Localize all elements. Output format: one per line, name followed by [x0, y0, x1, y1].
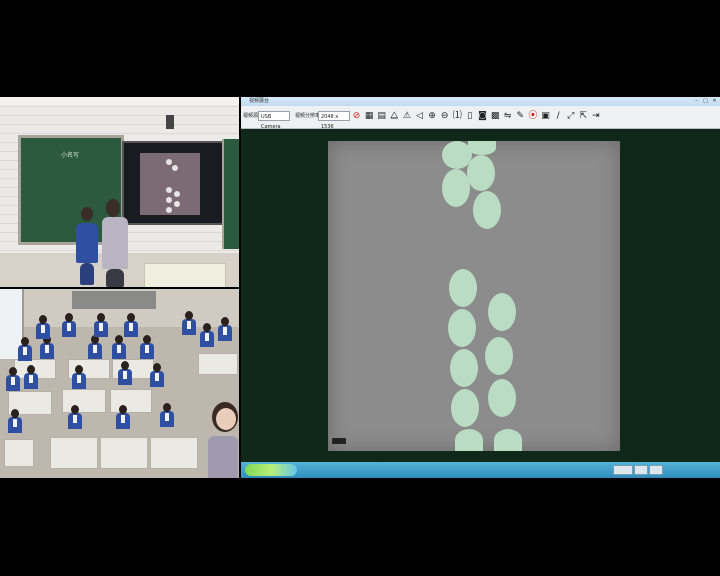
- close-button[interactable]: ✕: [711, 98, 718, 104]
- paper-sheet: [328, 141, 620, 451]
- tray-item[interactable]: [634, 465, 648, 475]
- warning-icon[interactable]: ⚠: [401, 111, 412, 122]
- back-wall-board: [72, 291, 156, 309]
- speaker-icon[interactable]: ◁: [414, 111, 425, 122]
- maximize-button[interactable]: □: [702, 98, 709, 104]
- paper-circle: [455, 429, 483, 451]
- student: [150, 363, 164, 387]
- tray-item[interactable]: [649, 465, 663, 475]
- paper-circle: [451, 389, 479, 427]
- student: [200, 323, 214, 347]
- board-icon[interactable]: ▣: [540, 111, 551, 122]
- camera-viewport: [241, 129, 720, 464]
- pen-tip: [332, 438, 346, 444]
- student: [24, 365, 38, 389]
- ceiling: [0, 97, 239, 105]
- student: [116, 405, 130, 429]
- student: [36, 315, 50, 339]
- paper-circle: [494, 429, 522, 451]
- device-label: 视频源: [243, 113, 259, 119]
- minimize-button[interactable]: –: [693, 98, 700, 104]
- standing-student-head: [81, 207, 93, 221]
- student: [94, 313, 108, 337]
- actual-size-icon[interactable]: ⑴: [452, 111, 463, 122]
- paper-circle: [468, 141, 496, 155]
- student: [140, 335, 154, 359]
- student: [218, 317, 232, 341]
- paper-circle: [467, 155, 495, 191]
- teacher: [102, 217, 128, 269]
- draw-icon[interactable]: ✎: [515, 111, 526, 122]
- paper-circle: [450, 349, 478, 387]
- teacher-foreground: [208, 402, 238, 478]
- batch-icon[interactable]: ▩: [490, 111, 501, 122]
- fullscreen-icon[interactable]: ⤢: [565, 111, 576, 122]
- mirror-icon[interactable]: ⧋: [389, 111, 400, 122]
- exit-icon[interactable]: ⇥: [590, 111, 601, 122]
- desk: [198, 353, 238, 375]
- toolbar: 视频源 USB Camera 视频分辨率 2048 x 1536 ⊘ ▦ ▤ ⧋ ⚠ ◁ ⊕…: [241, 106, 720, 130]
- record-icon[interactable]: ⦿: [527, 111, 538, 122]
- pen-icon[interactable]: ∕: [553, 111, 564, 122]
- podium: [144, 263, 226, 287]
- export-icon[interactable]: ⇱: [578, 111, 589, 122]
- smart-board-screen: [122, 141, 226, 225]
- desk: [100, 437, 148, 469]
- student: [40, 335, 54, 359]
- start-button[interactable]: [245, 464, 297, 476]
- student: [88, 335, 102, 359]
- taskbar: [241, 462, 720, 478]
- paper-circle: [488, 379, 516, 417]
- resolution-label: 视频分辨率: [295, 113, 321, 119]
- desk: [62, 389, 106, 413]
- paper-circle: [485, 337, 513, 375]
- student: [160, 403, 174, 427]
- paper-circle: [488, 293, 516, 331]
- split-icon[interactable]: ▤: [376, 111, 387, 122]
- standing-student: [76, 223, 98, 263]
- ceiling-camera: [166, 115, 174, 129]
- student: [112, 335, 126, 359]
- desk: [110, 389, 152, 413]
- stop-icon[interactable]: ⊘: [351, 111, 362, 122]
- student: [68, 405, 82, 429]
- paper-circle: [442, 169, 470, 207]
- standing-student-legs: [80, 263, 94, 285]
- camera-feed-students: [0, 289, 239, 478]
- document-camera-window: 视频展台 – □ ✕ 视频源 USB Camera 视频分辨率 2048 x 1…: [241, 97, 720, 478]
- student: [18, 337, 32, 361]
- student: [6, 367, 20, 391]
- teacher-head: [106, 199, 120, 217]
- camera-feed-front: 小名写: [0, 97, 239, 287]
- paper-circle: [448, 309, 476, 347]
- paper-circle: [449, 269, 477, 307]
- resolution-select[interactable]: 2048 x 1536: [318, 111, 350, 130]
- student: [182, 311, 196, 335]
- student: [72, 365, 86, 389]
- student: [8, 409, 22, 433]
- tray-item[interactable]: [613, 465, 633, 475]
- device-select[interactable]: USB Camera: [258, 111, 290, 130]
- teacher-legs: [106, 269, 124, 287]
- zoom-out-icon[interactable]: ⊖: [439, 111, 450, 122]
- fit-icon[interactable]: ▯: [464, 111, 475, 122]
- smart-board-image: [140, 153, 200, 215]
- student: [118, 361, 132, 385]
- window-title: 视频展台: [249, 98, 270, 104]
- chalkboard-right: [222, 139, 239, 249]
- title-bar: 视频展台 – □ ✕: [241, 97, 720, 106]
- grid-icon[interactable]: ▦: [364, 111, 375, 122]
- chalkboard-text: 小名写: [61, 152, 80, 159]
- student: [62, 313, 76, 337]
- compare-icon[interactable]: ⇋: [502, 111, 513, 122]
- paper-circle: [473, 191, 501, 229]
- desk: [50, 437, 98, 469]
- desk: [4, 439, 34, 467]
- student: [124, 313, 138, 337]
- camera-icon[interactable]: ◙: [477, 111, 488, 122]
- zoom-in-icon[interactable]: ⊕: [427, 111, 438, 122]
- desk: [150, 437, 198, 469]
